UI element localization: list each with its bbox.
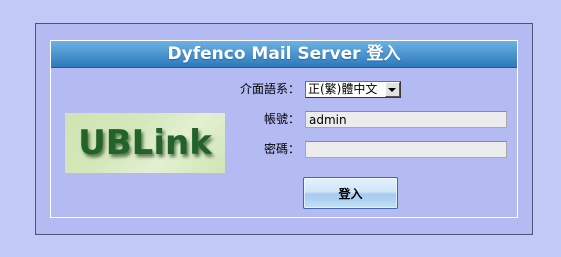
chevron-down-icon[interactable] bbox=[385, 82, 400, 97]
language-select[interactable]: 正(繁)體中文 bbox=[305, 81, 401, 98]
login-panel: Dyfenco Mail Server 登入 UBLink 介面語系： 正(繁)… bbox=[50, 40, 518, 218]
login-container: Dyfenco Mail Server 登入 UBLink 介面語系： 正(繁)… bbox=[35, 23, 533, 235]
language-select-value: 正(繁)體中文 bbox=[308, 82, 378, 96]
username-field[interactable] bbox=[305, 111, 507, 128]
page-title: Dyfenco Mail Server 登入 bbox=[167, 44, 401, 64]
login-button[interactable]: 登入 bbox=[303, 177, 398, 209]
login-header: Dyfenco Mail Server 登入 bbox=[51, 41, 517, 68]
password-label: 密碼： bbox=[263, 142, 300, 156]
logo-text: UBLink bbox=[78, 123, 212, 163]
password-field[interactable] bbox=[305, 141, 507, 158]
language-label: 介面語系： bbox=[239, 82, 300, 96]
username-label: 帳號： bbox=[263, 112, 300, 126]
